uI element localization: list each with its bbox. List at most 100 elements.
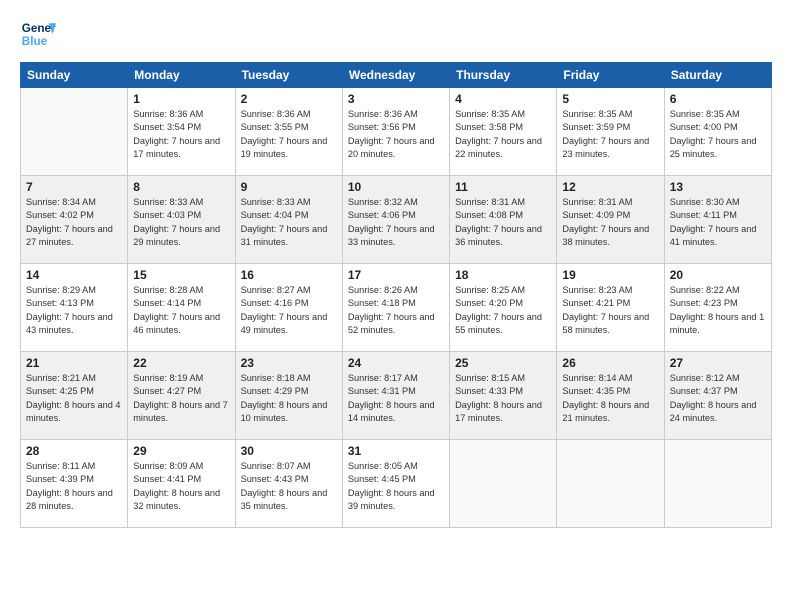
day-info: Sunrise: 8:33 AMSunset: 4:03 PMDaylight:… [133, 196, 229, 249]
calendar-cell: 15 Sunrise: 8:28 AMSunset: 4:14 PMDayligh… [128, 264, 235, 352]
day-info: Sunrise: 8:29 AMSunset: 4:13 PMDaylight:… [26, 284, 122, 337]
day-info: Sunrise: 8:26 AMSunset: 4:18 PMDaylight:… [348, 284, 444, 337]
day-number: 16 [241, 268, 337, 282]
day-info: Sunrise: 8:31 AMSunset: 4:09 PMDaylight:… [562, 196, 658, 249]
weekday-header: Monday [128, 63, 235, 88]
day-info: Sunrise: 8:05 AMSunset: 4:45 PMDaylight:… [348, 460, 444, 513]
calendar-cell: 20Sunrise: 8:22 AMSunset: 4:23 PMDayligh… [664, 264, 771, 352]
day-number: 5 [562, 92, 658, 106]
day-number: 10 [348, 180, 444, 194]
day-number: 26 [562, 356, 658, 370]
calendar-cell: 13 Sunrise: 8:30 AMSunset: 4:11 PMDayligh… [664, 176, 771, 264]
day-info: Sunrise: 8:28 AMSunset: 4:14 PMDaylight:… [133, 284, 229, 337]
calendar-cell: 8 Sunrise: 8:33 AMSunset: 4:03 PMDaylight… [128, 176, 235, 264]
day-number: 25 [455, 356, 551, 370]
day-info: Sunrise: 8:22 AMSunset: 4:23 PMDaylight:… [670, 284, 766, 337]
day-number: 12 [562, 180, 658, 194]
weekday-header: Friday [557, 63, 664, 88]
calendar-cell: 4Sunrise: 8:35 AMSunset: 3:58 PMDaylight… [450, 88, 557, 176]
day-info: Sunrise: 8:35 AMSunset: 3:59 PMDaylight:… [562, 108, 658, 161]
weekday-header: Sunday [21, 63, 128, 88]
day-number: 15 [133, 268, 229, 282]
calendar-cell: 3Sunrise: 8:36 AMSunset: 3:56 PMDaylight… [342, 88, 449, 176]
calendar-cell [21, 88, 128, 176]
day-info: Sunrise: 8:34 AMSunset: 4:02 PMDaylight:… [26, 196, 122, 249]
day-number: 18 [455, 268, 551, 282]
day-number: 29 [133, 444, 229, 458]
day-number: 19 [562, 268, 658, 282]
day-number: 22 [133, 356, 229, 370]
calendar-cell: 17 Sunrise: 8:26 AMSunset: 4:18 PMDayligh… [342, 264, 449, 352]
weekday-header: Tuesday [235, 63, 342, 88]
calendar-cell: 9 Sunrise: 8:33 AMSunset: 4:04 PMDaylight… [235, 176, 342, 264]
day-number: 9 [241, 180, 337, 194]
calendar-week-row: 28 Sunrise: 8:11 AMSunset: 4:39 PMDayligh… [21, 440, 772, 528]
logo-icon: General Blue [20, 16, 56, 52]
calendar-cell: 19 Sunrise: 8:23 AMSunset: 4:21 PMDayligh… [557, 264, 664, 352]
logo: General Blue [20, 16, 56, 52]
day-number: 21 [26, 356, 122, 370]
calendar-cell: 11 Sunrise: 8:31 AMSunset: 4:08 PMDayligh… [450, 176, 557, 264]
calendar-cell: 5 Sunrise: 8:35 AMSunset: 3:59 PMDaylight… [557, 88, 664, 176]
calendar-cell: 30Sunrise: 8:07 AMSunset: 4:43 PMDayligh… [235, 440, 342, 528]
day-info: Sunrise: 8:33 AMSunset: 4:04 PMDaylight:… [241, 196, 337, 249]
day-number: 23 [241, 356, 337, 370]
calendar-header: SundayMondayTuesdayWednesdayThursdayFrid… [21, 63, 772, 88]
calendar-cell: 28 Sunrise: 8:11 AMSunset: 4:39 PMDayligh… [21, 440, 128, 528]
page: General Blue SundayMondayTuesdayWednesda… [0, 0, 792, 612]
calendar-cell: 7 Sunrise: 8:34 AMSunset: 4:02 PMDaylight… [21, 176, 128, 264]
calendar-cell: 24 Sunrise: 8:17 AMSunset: 4:31 PMDayligh… [342, 352, 449, 440]
calendar-cell: 16 Sunrise: 8:27 AMSunset: 4:16 PMDayligh… [235, 264, 342, 352]
weekday-header: Wednesday [342, 63, 449, 88]
day-info: Sunrise: 8:09 AMSunset: 4:41 PMDaylight:… [133, 460, 229, 513]
day-number: 17 [348, 268, 444, 282]
day-number: 13 [670, 180, 766, 194]
day-info: Sunrise: 8:11 AMSunset: 4:39 PMDaylight:… [26, 460, 122, 513]
day-number: 27 [670, 356, 766, 370]
calendar-cell: 23Sunrise: 8:18 AMSunset: 4:29 PMDayligh… [235, 352, 342, 440]
calendar-week-row: 1 Sunrise: 8:36 AMSunset: 3:54 PMDaylight… [21, 88, 772, 176]
day-number: 14 [26, 268, 122, 282]
weekday-header: Thursday [450, 63, 557, 88]
day-info: Sunrise: 8:36 AMSunset: 3:54 PMDaylight:… [133, 108, 229, 161]
weekday-row: SundayMondayTuesdayWednesdayThursdayFrid… [21, 63, 772, 88]
day-number: 8 [133, 180, 229, 194]
calendar-body: 1 Sunrise: 8:36 AMSunset: 3:54 PMDaylight… [21, 88, 772, 528]
calendar-week-row: 7 Sunrise: 8:34 AMSunset: 4:02 PMDaylight… [21, 176, 772, 264]
calendar-cell: 26 Sunrise: 8:14 AMSunset: 4:35 PMDayligh… [557, 352, 664, 440]
calendar-cell: 25Sunrise: 8:15 AMSunset: 4:33 PMDayligh… [450, 352, 557, 440]
day-info: Sunrise: 8:23 AMSunset: 4:21 PMDaylight:… [562, 284, 658, 337]
day-info: Sunrise: 8:21 AMSunset: 4:25 PMDaylight:… [26, 372, 122, 425]
calendar-cell: 21 Sunrise: 8:21 AMSunset: 4:25 PMDayligh… [21, 352, 128, 440]
calendar-cell: 14 Sunrise: 8:29 AMSunset: 4:13 PMDayligh… [21, 264, 128, 352]
day-info: Sunrise: 8:14 AMSunset: 4:35 PMDaylight:… [562, 372, 658, 425]
calendar-cell: 1 Sunrise: 8:36 AMSunset: 3:54 PMDaylight… [128, 88, 235, 176]
day-number: 28 [26, 444, 122, 458]
day-number: 1 [133, 92, 229, 106]
day-info: Sunrise: 8:35 AMSunset: 3:58 PMDaylight:… [455, 108, 551, 161]
day-info: Sunrise: 8:31 AMSunset: 4:08 PMDaylight:… [455, 196, 551, 249]
day-number: 2 [241, 92, 337, 106]
calendar-cell [450, 440, 557, 528]
calendar-cell [557, 440, 664, 528]
day-info: Sunrise: 8:17 AMSunset: 4:31 PMDaylight:… [348, 372, 444, 425]
header: General Blue [20, 16, 772, 52]
calendar-cell: 12 Sunrise: 8:31 AMSunset: 4:09 PMDayligh… [557, 176, 664, 264]
calendar-cell: 29 Sunrise: 8:09 AMSunset: 4:41 PMDayligh… [128, 440, 235, 528]
day-info: Sunrise: 8:27 AMSunset: 4:16 PMDaylight:… [241, 284, 337, 337]
calendar-cell: 31Sunrise: 8:05 AMSunset: 4:45 PMDayligh… [342, 440, 449, 528]
calendar-cell: 22Sunrise: 8:19 AMSunset: 4:27 PMDayligh… [128, 352, 235, 440]
calendar-cell: 6Sunrise: 8:35 AMSunset: 4:00 PMDaylight… [664, 88, 771, 176]
calendar-week-row: 21 Sunrise: 8:21 AMSunset: 4:25 PMDayligh… [21, 352, 772, 440]
day-number: 24 [348, 356, 444, 370]
day-info: Sunrise: 8:25 AMSunset: 4:20 PMDaylight:… [455, 284, 551, 337]
weekday-header: Saturday [664, 63, 771, 88]
day-info: Sunrise: 8:30 AMSunset: 4:11 PMDaylight:… [670, 196, 766, 249]
day-number: 3 [348, 92, 444, 106]
calendar-week-row: 14 Sunrise: 8:29 AMSunset: 4:13 PMDayligh… [21, 264, 772, 352]
calendar-table: SundayMondayTuesdayWednesdayThursdayFrid… [20, 62, 772, 528]
day-number: 7 [26, 180, 122, 194]
svg-text:Blue: Blue [22, 35, 48, 48]
day-number: 11 [455, 180, 551, 194]
day-info: Sunrise: 8:32 AMSunset: 4:06 PMDaylight:… [348, 196, 444, 249]
